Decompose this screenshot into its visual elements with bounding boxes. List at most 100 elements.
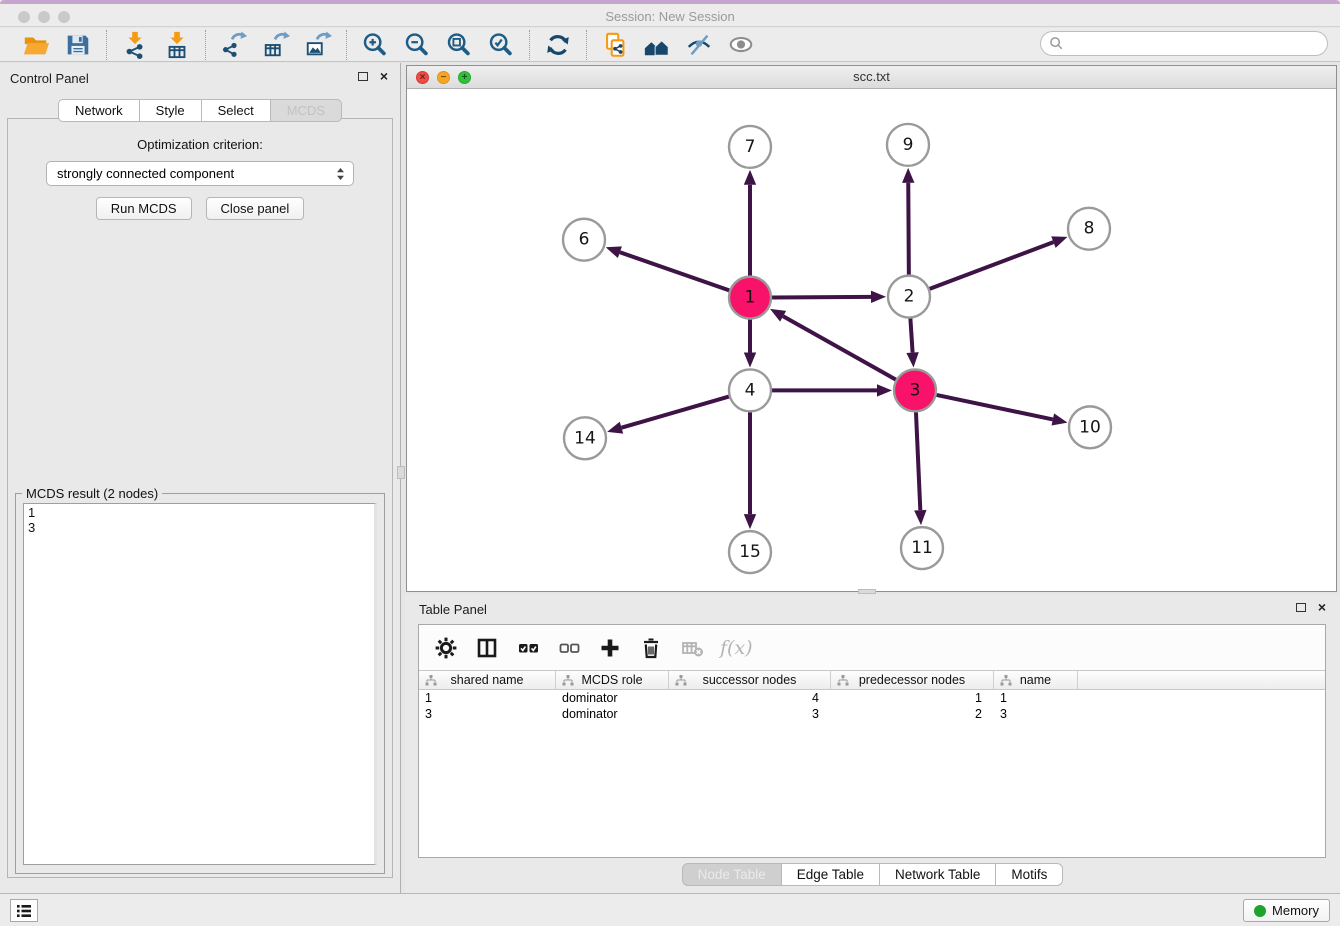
edge-4-to-3[interactable] — [772, 384, 892, 396]
save-button[interactable] — [63, 30, 93, 60]
tab-edge-table[interactable]: Edge Table — [782, 863, 880, 886]
edge-2-to-9[interactable] — [902, 168, 914, 275]
graph-node-8[interactable]: 8 — [1068, 208, 1110, 250]
column-header-name[interactable]: name — [994, 671, 1078, 689]
close-panel-button[interactable]: Close panel — [206, 197, 305, 220]
graph-node-4[interactable]: 4 — [729, 369, 771, 411]
edge-1-to-4[interactable] — [744, 320, 756, 368]
app-zoom-button[interactable] — [58, 11, 70, 23]
show-all-button[interactable] — [726, 30, 756, 60]
edge-1-to-7[interactable] — [744, 170, 756, 276]
tab-style[interactable]: Style — [140, 99, 202, 122]
network-close-button[interactable]: × — [416, 71, 429, 84]
graph-node-6[interactable]: 6 — [563, 219, 605, 261]
edge-2-to-8[interactable] — [930, 236, 1068, 288]
first-neighbors-button[interactable] — [642, 30, 672, 60]
close-table-panel-icon[interactable]: × — [1318, 599, 1326, 615]
network-canvas[interactable]: 1 2 3 4 6 7 8 9 10 11 14 15 — [407, 90, 1336, 591]
edge-3-to-10[interactable] — [937, 395, 1068, 426]
network-window-controls[interactable]: × − + — [416, 71, 471, 84]
table-cell[interactable]: 3 — [419, 706, 556, 722]
column-header-successor-nodes[interactable]: successor nodes — [669, 671, 831, 689]
zoom-fit-button[interactable] — [444, 30, 474, 60]
table-cell[interactable]: 3 — [994, 706, 1078, 722]
graph-node-7[interactable]: 7 — [729, 126, 771, 168]
zoom-out-button[interactable] — [402, 30, 432, 60]
tab-select[interactable]: Select — [202, 99, 271, 122]
task-history-button[interactable] — [10, 899, 38, 922]
table-cell[interactable]: dominator — [556, 690, 669, 706]
open-folder-icon — [22, 31, 50, 59]
network-window-titlebar[interactable]: × − + scc.txt — [407, 66, 1336, 89]
tab-network-table[interactable]: Network Table — [880, 863, 996, 886]
search-box[interactable] — [1040, 31, 1328, 56]
duplicate-network-button[interactable] — [600, 30, 630, 60]
delete-row-button[interactable] — [638, 635, 664, 661]
memory-button[interactable]: Memory — [1243, 899, 1330, 922]
vertical-splitter-grip[interactable] — [397, 466, 405, 479]
zoom-in-button[interactable] — [360, 30, 390, 60]
app-minimize-button[interactable] — [38, 11, 50, 23]
import-table-button[interactable] — [162, 30, 192, 60]
tab-mcds[interactable]: MCDS — [271, 99, 342, 122]
table-cell[interactable]: dominator — [556, 706, 669, 722]
float-panel-icon[interactable] — [358, 72, 368, 81]
table-cell[interactable]: 2 — [831, 706, 994, 722]
float-table-panel-icon[interactable] — [1296, 603, 1306, 612]
table-header-row[interactable]: shared nameMCDS rolesuccessor nodesprede… — [419, 670, 1325, 690]
table-cell[interactable]: 1 — [419, 690, 556, 706]
optimization-criterion-select[interactable]: strongly connected component — [46, 161, 354, 186]
svg-text:14: 14 — [574, 428, 596, 448]
run-mcds-button[interactable]: Run MCDS — [96, 197, 192, 220]
tab-motifs[interactable]: Motifs — [996, 863, 1063, 886]
graph-node-10[interactable]: 10 — [1069, 406, 1111, 448]
graph-node-9[interactable]: 9 — [887, 124, 929, 166]
network-zoom-button[interactable]: + — [458, 71, 471, 84]
edge-3-to-1[interactable] — [770, 309, 896, 380]
import-network-button[interactable] — [120, 30, 150, 60]
graph-node-15[interactable]: 15 — [729, 531, 771, 573]
deselect-all-button[interactable] — [556, 635, 582, 661]
app-window-controls[interactable] — [18, 11, 70, 23]
edge-3-to-11[interactable] — [914, 412, 926, 525]
graph-node-3[interactable]: 3 — [894, 369, 936, 411]
edge-2-to-3[interactable] — [906, 318, 918, 367]
column-header-MCDS-role[interactable]: MCDS role — [556, 671, 669, 689]
column-label: name — [1020, 673, 1051, 687]
table-row[interactable]: 1dominator411 — [419, 690, 1325, 706]
table-cell[interactable]: 3 — [669, 706, 831, 722]
export-image-button[interactable] — [303, 30, 333, 60]
table-cell[interactable]: 4 — [669, 690, 831, 706]
app-close-button[interactable] — [18, 11, 30, 23]
split-columns-button[interactable] — [474, 635, 500, 661]
edge-1-to-2[interactable] — [772, 291, 886, 303]
hide-selected-button[interactable] — [684, 30, 714, 60]
edge-1-to-6[interactable] — [606, 246, 730, 290]
graph-node-1[interactable]: 1 — [729, 277, 771, 319]
network-graph[interactable]: 1 2 3 4 6 7 8 9 10 11 14 15 — [407, 90, 1336, 591]
search-input[interactable] — [1064, 34, 1327, 54]
refresh-button[interactable] — [543, 30, 573, 60]
table-row[interactable]: 3dominator323 — [419, 706, 1325, 722]
edge-4-to-15[interactable] — [744, 412, 756, 529]
tab-network[interactable]: Network — [58, 99, 140, 122]
network-minimize-button[interactable]: − — [437, 71, 450, 84]
edge-4-to-14[interactable] — [607, 397, 729, 434]
table-cell[interactable]: 1 — [831, 690, 994, 706]
column-header-shared-name[interactable]: shared name — [419, 671, 556, 689]
close-panel-icon[interactable]: × — [380, 68, 388, 84]
export-table-button[interactable] — [261, 30, 291, 60]
export-network-button[interactable] — [219, 30, 249, 60]
graph-node-11[interactable]: 11 — [901, 527, 943, 569]
graph-node-2[interactable]: 2 — [888, 276, 930, 318]
gear-button[interactable] — [433, 635, 459, 661]
column-header-predecessor-nodes[interactable]: predecessor nodes — [831, 671, 994, 689]
zoom-selected-button[interactable] — [486, 30, 516, 60]
table-cell[interactable]: 1 — [994, 690, 1078, 706]
tab-node-table[interactable]: Node Table — [682, 863, 782, 886]
add-row-button[interactable] — [597, 635, 623, 661]
graph-node-14[interactable]: 14 — [564, 417, 606, 459]
open-folder-button[interactable] — [21, 30, 51, 60]
mcds-result-textarea[interactable]: 1 3 — [23, 503, 377, 865]
select-all-button[interactable] — [515, 635, 541, 661]
